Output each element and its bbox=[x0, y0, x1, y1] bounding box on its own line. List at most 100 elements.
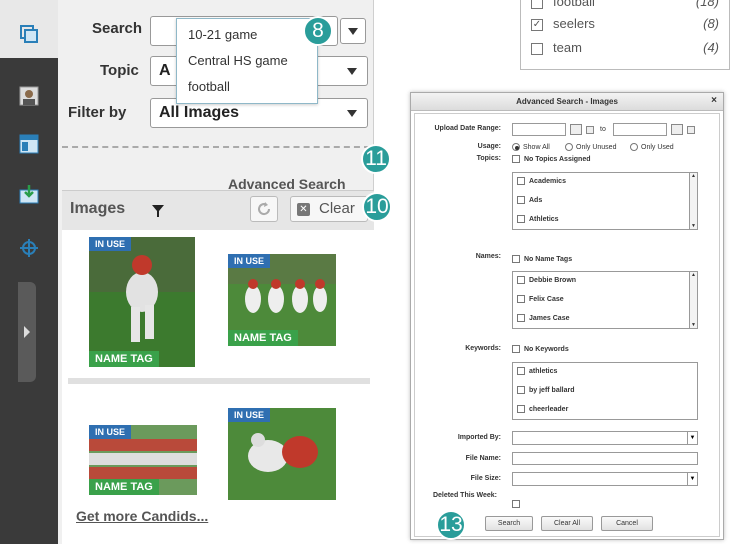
list-item[interactable]: Academics bbox=[517, 177, 566, 185]
deleted-this-week-label: Deleted This Week: bbox=[432, 492, 497, 499]
clear-date-icon[interactable] bbox=[586, 126, 594, 134]
images-title: Images bbox=[70, 200, 126, 217]
usage-only-used[interactable]: Only Used bbox=[630, 143, 674, 151]
keywords-label: Keywords: bbox=[465, 345, 501, 352]
end-date-input[interactable] bbox=[613, 123, 667, 136]
no-topics-checkbox[interactable]: No Topics Assigned bbox=[512, 155, 591, 163]
list-item[interactable]: James Case bbox=[517, 314, 569, 322]
import-icon[interactable] bbox=[17, 182, 41, 206]
start-date-input[interactable] bbox=[512, 123, 566, 136]
file-size-select[interactable]: ▼ bbox=[512, 472, 698, 486]
checkbox[interactable] bbox=[517, 276, 525, 284]
refresh-button[interactable] bbox=[250, 196, 278, 222]
layout-icon[interactable] bbox=[17, 132, 41, 156]
checkbox[interactable] bbox=[517, 405, 525, 413]
usage-show-all[interactable]: Show All bbox=[512, 143, 550, 151]
left-rail bbox=[0, 0, 58, 544]
radio-selected[interactable] bbox=[512, 143, 520, 151]
callout-badge: 13 bbox=[436, 510, 466, 540]
suggestion-item[interactable]: Central HS game bbox=[188, 53, 288, 68]
list-item-label: Academics bbox=[529, 177, 566, 185]
to-label: to bbox=[600, 126, 606, 133]
checkbox-label: No Keywords bbox=[524, 345, 569, 353]
file-name-label: File Name: bbox=[465, 455, 501, 462]
checkbox[interactable] bbox=[517, 314, 525, 322]
usage-only-unused[interactable]: Only Unused bbox=[565, 143, 616, 151]
advanced-search-dialog: Advanced Search - Images × Upload Date R… bbox=[410, 92, 724, 540]
suggestion-item[interactable]: 10-21 game bbox=[188, 27, 257, 42]
image-thumbnail[interactable]: IN USE NAME TAG bbox=[89, 237, 195, 367]
checkbox[interactable] bbox=[531, 42, 543, 55]
checkbox[interactable] bbox=[517, 386, 525, 394]
checklist-count: (4) bbox=[703, 40, 719, 55]
imported-by-select[interactable]: ▼ bbox=[512, 431, 698, 445]
calendar-icon[interactable] bbox=[570, 124, 582, 135]
filter-label: Filter by bbox=[68, 104, 127, 121]
clear-date-icon[interactable] bbox=[687, 126, 695, 134]
in-use-tag: IN USE bbox=[228, 408, 271, 422]
checkbox[interactable] bbox=[517, 367, 525, 375]
topics-list[interactable]: Academics Ads Athletics bbox=[512, 172, 698, 230]
list-item[interactable]: Athletics bbox=[517, 215, 559, 223]
filter-icon[interactable] bbox=[152, 204, 164, 222]
image-thumbnail[interactable]: IN USE NAME TAG bbox=[89, 425, 197, 495]
checklist-item[interactable]: ✓ seelers bbox=[531, 16, 595, 31]
clear-all-button[interactable]: Clear All bbox=[541, 516, 593, 531]
search-button[interactable]: Search bbox=[485, 516, 533, 531]
file-name-input[interactable] bbox=[512, 452, 698, 465]
list-item[interactable]: cheerleader bbox=[517, 405, 568, 413]
checkbox[interactable] bbox=[517, 177, 525, 185]
dialog-body: Upload Date Range: to Usage: Show All On… bbox=[414, 113, 720, 537]
checkbox-label: No Name Tags bbox=[524, 255, 573, 263]
radio[interactable] bbox=[565, 143, 573, 151]
topic-label: Topic bbox=[100, 62, 139, 79]
close-icon[interactable]: × bbox=[711, 95, 717, 106]
gallery-icon[interactable] bbox=[17, 22, 41, 46]
no-names-checkbox[interactable]: No Name Tags bbox=[512, 255, 572, 263]
chevron-down-icon: ▼ bbox=[687, 432, 697, 444]
search-dropdown-button[interactable] bbox=[340, 18, 366, 44]
checkbox[interactable] bbox=[512, 155, 520, 163]
get-more-candids-link[interactable]: Get more Candids... bbox=[76, 508, 208, 524]
list-item[interactable]: Ads bbox=[517, 196, 542, 204]
usage-label: Usage: bbox=[477, 143, 501, 150]
deleted-this-week-checkbox[interactable] bbox=[512, 500, 520, 508]
calendar-icon[interactable] bbox=[671, 124, 683, 135]
list-item-label: cheerleader bbox=[529, 405, 569, 413]
chevron-down-icon bbox=[347, 68, 357, 75]
expand-tab[interactable] bbox=[18, 282, 36, 382]
topic-value: A bbox=[159, 62, 171, 79]
checkbox[interactable] bbox=[512, 345, 520, 353]
checkbox[interactable] bbox=[531, 0, 543, 9]
list-item-label: Athletics bbox=[529, 215, 559, 223]
list-item[interactable]: Debbie Brown bbox=[517, 276, 576, 284]
crosshair-icon[interactable] bbox=[17, 236, 41, 260]
portrait-icon[interactable] bbox=[17, 84, 41, 108]
no-keywords-checkbox[interactable]: No Keywords bbox=[512, 345, 569, 353]
in-use-tag: IN USE bbox=[89, 237, 132, 251]
image-thumbnail[interactable]: IN USE NAME TAG bbox=[228, 254, 336, 346]
image-thumbnail[interactable]: IN USE bbox=[228, 408, 336, 500]
scrollbar[interactable] bbox=[689, 173, 697, 229]
keywords-list[interactable]: athletics by jeff ballard cheerleader bbox=[512, 362, 698, 420]
upload-date-label: Upload Date Range: bbox=[434, 125, 501, 132]
checkbox-checked[interactable]: ✓ bbox=[531, 18, 543, 31]
checklist-item[interactable]: football bbox=[531, 0, 595, 9]
suggestion-item[interactable]: football bbox=[188, 79, 230, 94]
checkbox[interactable] bbox=[512, 255, 520, 263]
checkbox[interactable] bbox=[517, 196, 525, 204]
checklist-item[interactable]: team bbox=[531, 40, 582, 55]
checkbox[interactable] bbox=[517, 295, 525, 303]
chevron-down-icon: ▼ bbox=[687, 473, 697, 485]
cancel-button[interactable]: Cancel bbox=[601, 516, 653, 531]
list-item[interactable]: Felix Case bbox=[517, 295, 564, 303]
scrollbar[interactable] bbox=[689, 272, 697, 328]
callout-badge: 11 bbox=[361, 144, 391, 174]
list-item[interactable]: athletics bbox=[517, 367, 557, 375]
checkbox[interactable] bbox=[517, 215, 525, 223]
clear-button[interactable]: ✕ Clear bbox=[290, 196, 368, 222]
radio[interactable] bbox=[630, 143, 638, 151]
list-item[interactable]: by jeff ballard bbox=[517, 386, 575, 394]
names-list[interactable]: Debbie Brown Felix Case James Case bbox=[512, 271, 698, 329]
radio-label: Only Used bbox=[641, 143, 674, 151]
